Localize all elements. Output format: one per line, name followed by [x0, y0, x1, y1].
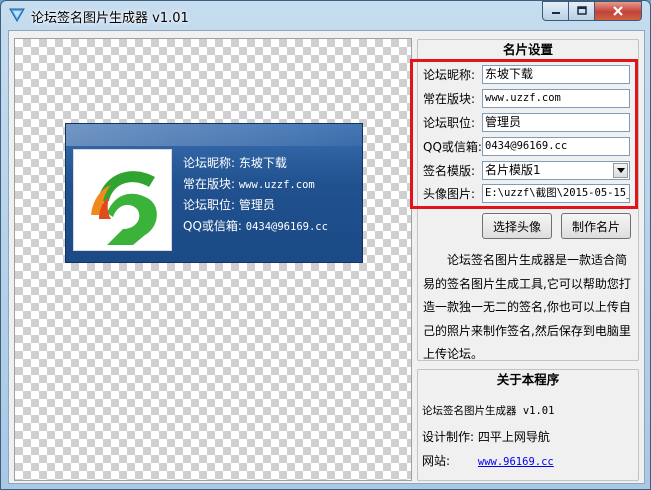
- nickname-input[interactable]: 东坡下载: [482, 65, 630, 84]
- window-title: 论坛签名图片生成器 v1.01: [31, 11, 189, 26]
- sig-board-line: 常在版块: www.uzzf.com: [183, 174, 328, 196]
- sig-role-line: 论坛职位: 管理员: [183, 198, 275, 212]
- minimize-button[interactable]: [542, 1, 569, 21]
- maximize-icon: [576, 6, 587, 15]
- about-author-line: 设计制作: 四平上网导航: [422, 430, 550, 444]
- role-row: 论坛职位:: [423, 112, 483, 132]
- board-label: 常在版块:: [423, 91, 476, 106]
- main-client-area: 论坛昵称: 东坡下载 常在版块: www.uzzf.com 论坛职位: 管理员 …: [8, 30, 645, 484]
- choose-avatar-button[interactable]: 选择头像: [482, 213, 552, 239]
- role-label: 论坛职位:: [423, 115, 476, 130]
- signature-header-stripe: [66, 124, 362, 146]
- sig-qq-line: QQ或信箱: 0434@96169.cc: [183, 216, 328, 238]
- board-row: 常在版块:: [423, 88, 483, 108]
- preview-canvas: 论坛昵称: 东坡下载 常在版块: www.uzzf.com 论坛职位: 管理员 …: [14, 38, 412, 481]
- qq-input[interactable]: 0434@96169.cc: [482, 137, 630, 156]
- make-card-button[interactable]: 制作名片: [561, 213, 631, 239]
- minimize-icon: [551, 12, 560, 14]
- signature-text-block: 论坛昵称: 东坡下载 常在版块: www.uzzf.com 论坛职位: 管理员 …: [183, 153, 328, 237]
- about-site-line: 网站: www.96169.cc: [422, 452, 554, 469]
- avatar-row: 头像图片:: [423, 183, 483, 203]
- template-selected-value: 名片模版1: [485, 163, 541, 177]
- close-button[interactable]: [594, 1, 642, 21]
- qq-row: QQ或信箱:: [423, 136, 483, 156]
- nickname-row: 论坛昵称:: [423, 64, 483, 84]
- signature-card-preview: 论坛昵称: 东坡下载 常在版块: www.uzzf.com 论坛职位: 管理员 …: [65, 123, 363, 263]
- maximize-button[interactable]: [568, 1, 595, 21]
- app-description: 论坛签名图片生成器是一款适合简易的签名图片生成工具,它可以帮助您打造一款独一无二…: [423, 249, 633, 359]
- template-label: 签名模版:: [423, 163, 476, 178]
- role-input[interactable]: 管理员: [482, 113, 630, 132]
- avatar-path-input[interactable]: E:\uzzf\截图\2015-05-15_1: [482, 184, 630, 203]
- app-icon: [9, 8, 25, 22]
- about-site-link[interactable]: www.96169.cc: [478, 456, 554, 468]
- close-icon: [613, 6, 623, 16]
- template-row: 签名模版:: [423, 160, 483, 180]
- sig-board-value: www.uzzf.com: [238, 178, 315, 191]
- sig-qq-value: 0434@96169.cc: [245, 220, 328, 233]
- app-description-text: 论坛签名图片生成器是一款适合简易的签名图片生成工具,它可以帮助您打造一款独一无二…: [423, 253, 631, 359]
- about-app-line: 论坛签名图片生成器 v1.01: [422, 403, 554, 418]
- card-settings-title: 名片设置: [502, 42, 553, 57]
- qq-label: QQ或信箱:: [423, 139, 482, 154]
- board-input[interactable]: www.uzzf.com: [482, 89, 630, 108]
- sig-nickname-line: 论坛昵称: 东坡下载: [183, 156, 287, 170]
- green-arrow-logo: [91, 171, 157, 245]
- app-window: 论坛签名图片生成器 v1.01 论坛昵称: 东坡下载 常在版块: www.uzz…: [0, 0, 651, 490]
- chevron-down-icon: [616, 167, 625, 173]
- avatar-preview: [73, 149, 172, 251]
- template-dropdown-button[interactable]: [613, 163, 628, 178]
- about-app-text: 论坛签名图片生成器 v1.01: [422, 405, 555, 417]
- template-select[interactable]: 名片模版1: [482, 161, 630, 180]
- about-site-label: 网站:: [422, 454, 451, 468]
- about-title: 关于本程序: [496, 372, 560, 387]
- avatar-label: 头像图片:: [423, 186, 476, 201]
- sig-qq-prefix: QQ或信箱:: [183, 218, 246, 233]
- nickname-label: 论坛昵称:: [423, 67, 476, 82]
- sig-board-prefix: 常在版块:: [183, 176, 239, 191]
- title-bar[interactable]: 论坛签名图片生成器 v1.01: [1, 1, 650, 29]
